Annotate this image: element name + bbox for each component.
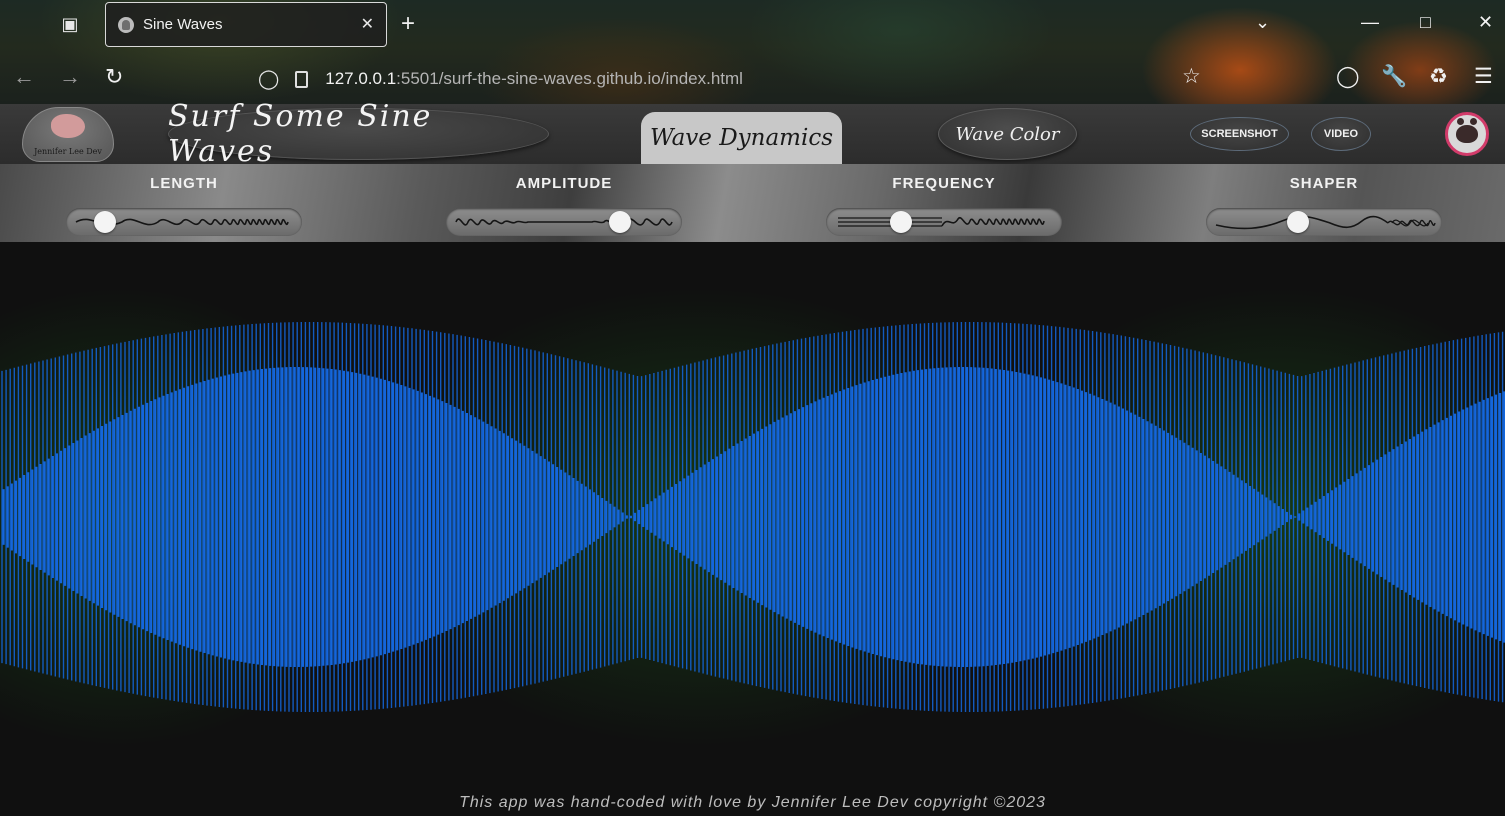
bookmark-star-icon[interactable]: ☆: [1182, 64, 1201, 88]
avatar[interactable]: [1445, 112, 1489, 156]
video-label: VIDEO: [1323, 128, 1359, 140]
shaper-track-wave-icon: [1215, 215, 1436, 230]
tab-wave-color-label: Wave Color: [955, 123, 1060, 145]
minimize-icon[interactable]: —: [1361, 12, 1379, 33]
close-window-icon[interactable]: ✕: [1478, 12, 1493, 33]
screenshot-button[interactable]: SCREENSHOT: [1190, 117, 1289, 151]
shield-icon[interactable]: ◯: [258, 68, 279, 90]
logo-text: Jennifer Lee Dev: [34, 147, 102, 156]
frequency-label: FREQUENCY: [892, 175, 996, 192]
page-icon: [295, 70, 309, 88]
list-all-tabs-icon[interactable]: ⌄: [1255, 12, 1270, 33]
url-path: :5501/surf-the-sine-waves.github.io/inde…: [396, 69, 743, 88]
forward-icon[interactable]: →: [59, 64, 81, 90]
url-host: 127.0.0.1: [325, 69, 397, 88]
amplitude-label: AMPLITUDE: [515, 175, 613, 192]
controls-panel: LENGTH AMPLITUDE FREQUENCY SHAPER: [0, 164, 1505, 242]
browser-chrome: ▣ Sine Waves ✕ + ⌄ — □ ✕ ← → ↻ ◯ 127.0.0…: [0, 0, 1505, 104]
pocket-icon[interactable]: ◯: [1336, 64, 1360, 88]
browser-tab[interactable]: Sine Waves ✕: [105, 2, 387, 47]
frequency-control: FREQUENCY: [824, 164, 1064, 242]
shaper-control: SHAPER: [1204, 164, 1444, 242]
shaper-slider[interactable]: [1206, 208, 1442, 236]
url-bar[interactable]: ◯ 127.0.0.1 :5501/surf-the-sine-waves.gi…: [258, 62, 743, 96]
frequency-slider[interactable]: [826, 208, 1062, 236]
tab-title: Sine Waves: [143, 16, 223, 33]
shaper-label: SHAPER: [1289, 175, 1359, 192]
favicon-icon: [118, 16, 134, 33]
app-title: Surf Some Sine Waves: [168, 99, 549, 169]
new-tab-icon[interactable]: +: [401, 10, 415, 38]
menu-icon[interactable]: ☰: [1474, 64, 1493, 88]
back-icon[interactable]: ←: [13, 64, 35, 90]
close-tab-icon[interactable]: ✕: [361, 14, 374, 33]
length-slider-thumb[interactable]: [93, 211, 116, 233]
tab-wave-dynamics[interactable]: Wave Dynamics: [641, 112, 842, 164]
footer-credit: This app was hand-coded with love by Jen…: [459, 794, 1046, 811]
video-button[interactable]: VIDEO: [1311, 117, 1371, 151]
extensions-icon[interactable]: ♻: [1429, 64, 1448, 88]
wave-canvas: [0, 242, 1505, 792]
app-header: Jennifer Lee Dev Surf Some Sine Waves Wa…: [0, 99, 1505, 169]
maximize-icon[interactable]: □: [1420, 12, 1431, 33]
length-control: LENGTH: [64, 164, 304, 242]
tab-wave-dynamics-label: Wave Dynamics: [649, 125, 834, 151]
tab-list-icon[interactable]: ▣: [54, 8, 86, 40]
frequency-track-wave-icon: [838, 216, 1045, 227]
app-title-text: Surf Some Sine Waves: [168, 99, 433, 169]
wrench-icon[interactable]: 🔧: [1381, 64, 1407, 89]
logo[interactable]: Jennifer Lee Dev: [22, 107, 114, 162]
amplitude-control: AMPLITUDE: [444, 164, 684, 242]
logo-mark: [51, 114, 85, 138]
tab-wave-color[interactable]: Wave Color: [938, 108, 1077, 160]
paw-icon: [1456, 118, 1478, 143]
reload-icon[interactable]: ↻: [105, 64, 123, 90]
screenshot-label: SCREENSHOT: [1201, 128, 1278, 140]
amplitude-slider[interactable]: [446, 208, 682, 236]
length-label: LENGTH: [150, 175, 218, 192]
amplitude-slider-thumb[interactable]: [608, 211, 631, 233]
amplitude-track-wave-icon: [455, 218, 673, 226]
